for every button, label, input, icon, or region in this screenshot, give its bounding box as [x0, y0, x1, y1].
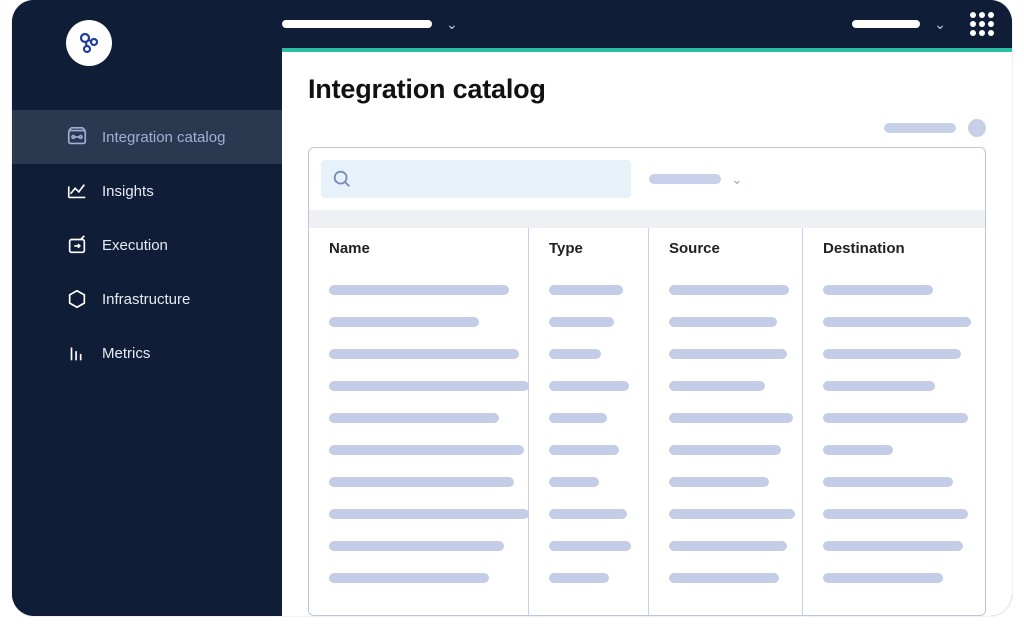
table-cell-placeholder — [329, 317, 479, 327]
nodes-logo-icon — [77, 31, 101, 55]
col-source: Source — [649, 228, 803, 615]
table-cell-placeholder — [823, 541, 963, 551]
table-cell-placeholder — [823, 413, 968, 423]
page-title: Integration catalog — [308, 74, 986, 105]
catalog-panel: ⌄ Name Type Source — [308, 147, 986, 616]
table-cell-placeholder — [329, 413, 499, 423]
table-cell-placeholder — [329, 541, 504, 551]
table-cell-placeholder — [669, 413, 793, 423]
table-cell-placeholder — [329, 445, 524, 455]
table-cell-placeholder — [549, 509, 627, 519]
col-name: Name — [309, 228, 529, 615]
page-actions — [308, 119, 986, 137]
table-cell-placeholder — [669, 541, 787, 551]
sidebar-item-label: Infrastructure — [102, 291, 190, 308]
table-cell-placeholder — [669, 381, 765, 391]
table-cell-placeholder — [329, 349, 519, 359]
sidebar-item-label: Metrics — [102, 345, 150, 362]
chevron-down-icon[interactable]: ⌄ — [446, 16, 458, 33]
topbar: ⌄ ⌄ — [12, 0, 1012, 48]
execution-icon — [66, 234, 88, 256]
page-action-placeholder[interactable] — [884, 123, 956, 133]
table-cell-placeholder — [329, 573, 489, 583]
col-header-name: Name — [329, 240, 508, 257]
table-cell-placeholder — [549, 317, 614, 327]
search-icon — [331, 168, 353, 190]
table-cell-placeholder — [549, 285, 623, 295]
table-cell-placeholder — [549, 381, 629, 391]
catalog-table: Name Type Source Destination — [309, 228, 985, 615]
sidebar-item-infrastructure[interactable]: Infrastructure — [12, 272, 282, 326]
table-cell-placeholder — [329, 381, 529, 391]
sidebar-item-label: Execution — [102, 237, 168, 254]
sidebar-item-label: Insights — [102, 183, 154, 200]
table-cell-placeholder — [549, 541, 631, 551]
table-cell-placeholder — [549, 445, 619, 455]
topbar-user-selector[interactable] — [852, 20, 920, 28]
table-cell-placeholder — [549, 349, 601, 359]
col-type: Type — [529, 228, 649, 615]
col-header-type: Type — [549, 240, 628, 257]
table-cell-placeholder — [669, 509, 795, 519]
insights-icon — [66, 180, 88, 202]
filter-row: ⌄ — [309, 148, 985, 210]
table-cell-placeholder — [823, 573, 943, 583]
main-content: Integration catalog ⌄ — [282, 48, 1012, 616]
table-cell-placeholder — [329, 285, 509, 295]
infrastructure-icon — [66, 288, 88, 310]
sidebar-item-label: Integration catalog — [102, 129, 225, 146]
table-cell-placeholder — [669, 477, 769, 487]
avatar[interactable] — [968, 119, 986, 137]
table-divider — [309, 210, 985, 228]
chevron-down-icon: ⌄ — [731, 171, 743, 188]
table-cell-placeholder — [329, 509, 529, 519]
app-shell: ⌄ ⌄ Integration catalog — [12, 0, 1012, 616]
table-cell-placeholder — [823, 317, 971, 327]
table-cell-placeholder — [669, 445, 781, 455]
table-cell-placeholder — [549, 573, 609, 583]
filter-dropdown[interactable]: ⌄ — [649, 171, 743, 188]
sidebar-item-insights[interactable]: Insights — [12, 164, 282, 218]
table-cell-placeholder — [669, 317, 777, 327]
logo — [66, 20, 112, 66]
chevron-down-icon[interactable]: ⌄ — [934, 16, 946, 33]
sidebar-item-integration-catalog[interactable]: Integration catalog — [12, 110, 282, 164]
table-cell-placeholder — [669, 349, 787, 359]
col-header-destination: Destination — [823, 240, 965, 257]
nav: Integration catalog Insights Execution — [12, 110, 282, 380]
metrics-icon — [66, 342, 88, 364]
table-cell-placeholder — [823, 445, 893, 455]
table-cell-placeholder — [823, 381, 935, 391]
col-destination: Destination — [803, 228, 985, 615]
table-cell-placeholder — [823, 349, 961, 359]
topbar-context-selector[interactable] — [282, 20, 432, 28]
table-cell-placeholder — [823, 509, 968, 519]
table-cell-placeholder — [823, 285, 933, 295]
search-input[interactable] — [321, 160, 631, 198]
table-cell-placeholder — [549, 477, 599, 487]
sidebar-item-execution[interactable]: Execution — [12, 218, 282, 272]
col-header-source: Source — [669, 240, 782, 257]
table-cell-placeholder — [549, 413, 607, 423]
apps-grid-icon[interactable] — [970, 12, 994, 36]
integration-catalog-icon — [66, 126, 88, 148]
table-cell-placeholder — [823, 477, 953, 487]
filter-value-placeholder — [649, 174, 721, 184]
table-cell-placeholder — [669, 573, 779, 583]
sidebar: Integration catalog Insights Execution — [12, 48, 282, 616]
sidebar-item-metrics[interactable]: Metrics — [12, 326, 282, 380]
table-cell-placeholder — [329, 477, 514, 487]
table-cell-placeholder — [669, 285, 789, 295]
